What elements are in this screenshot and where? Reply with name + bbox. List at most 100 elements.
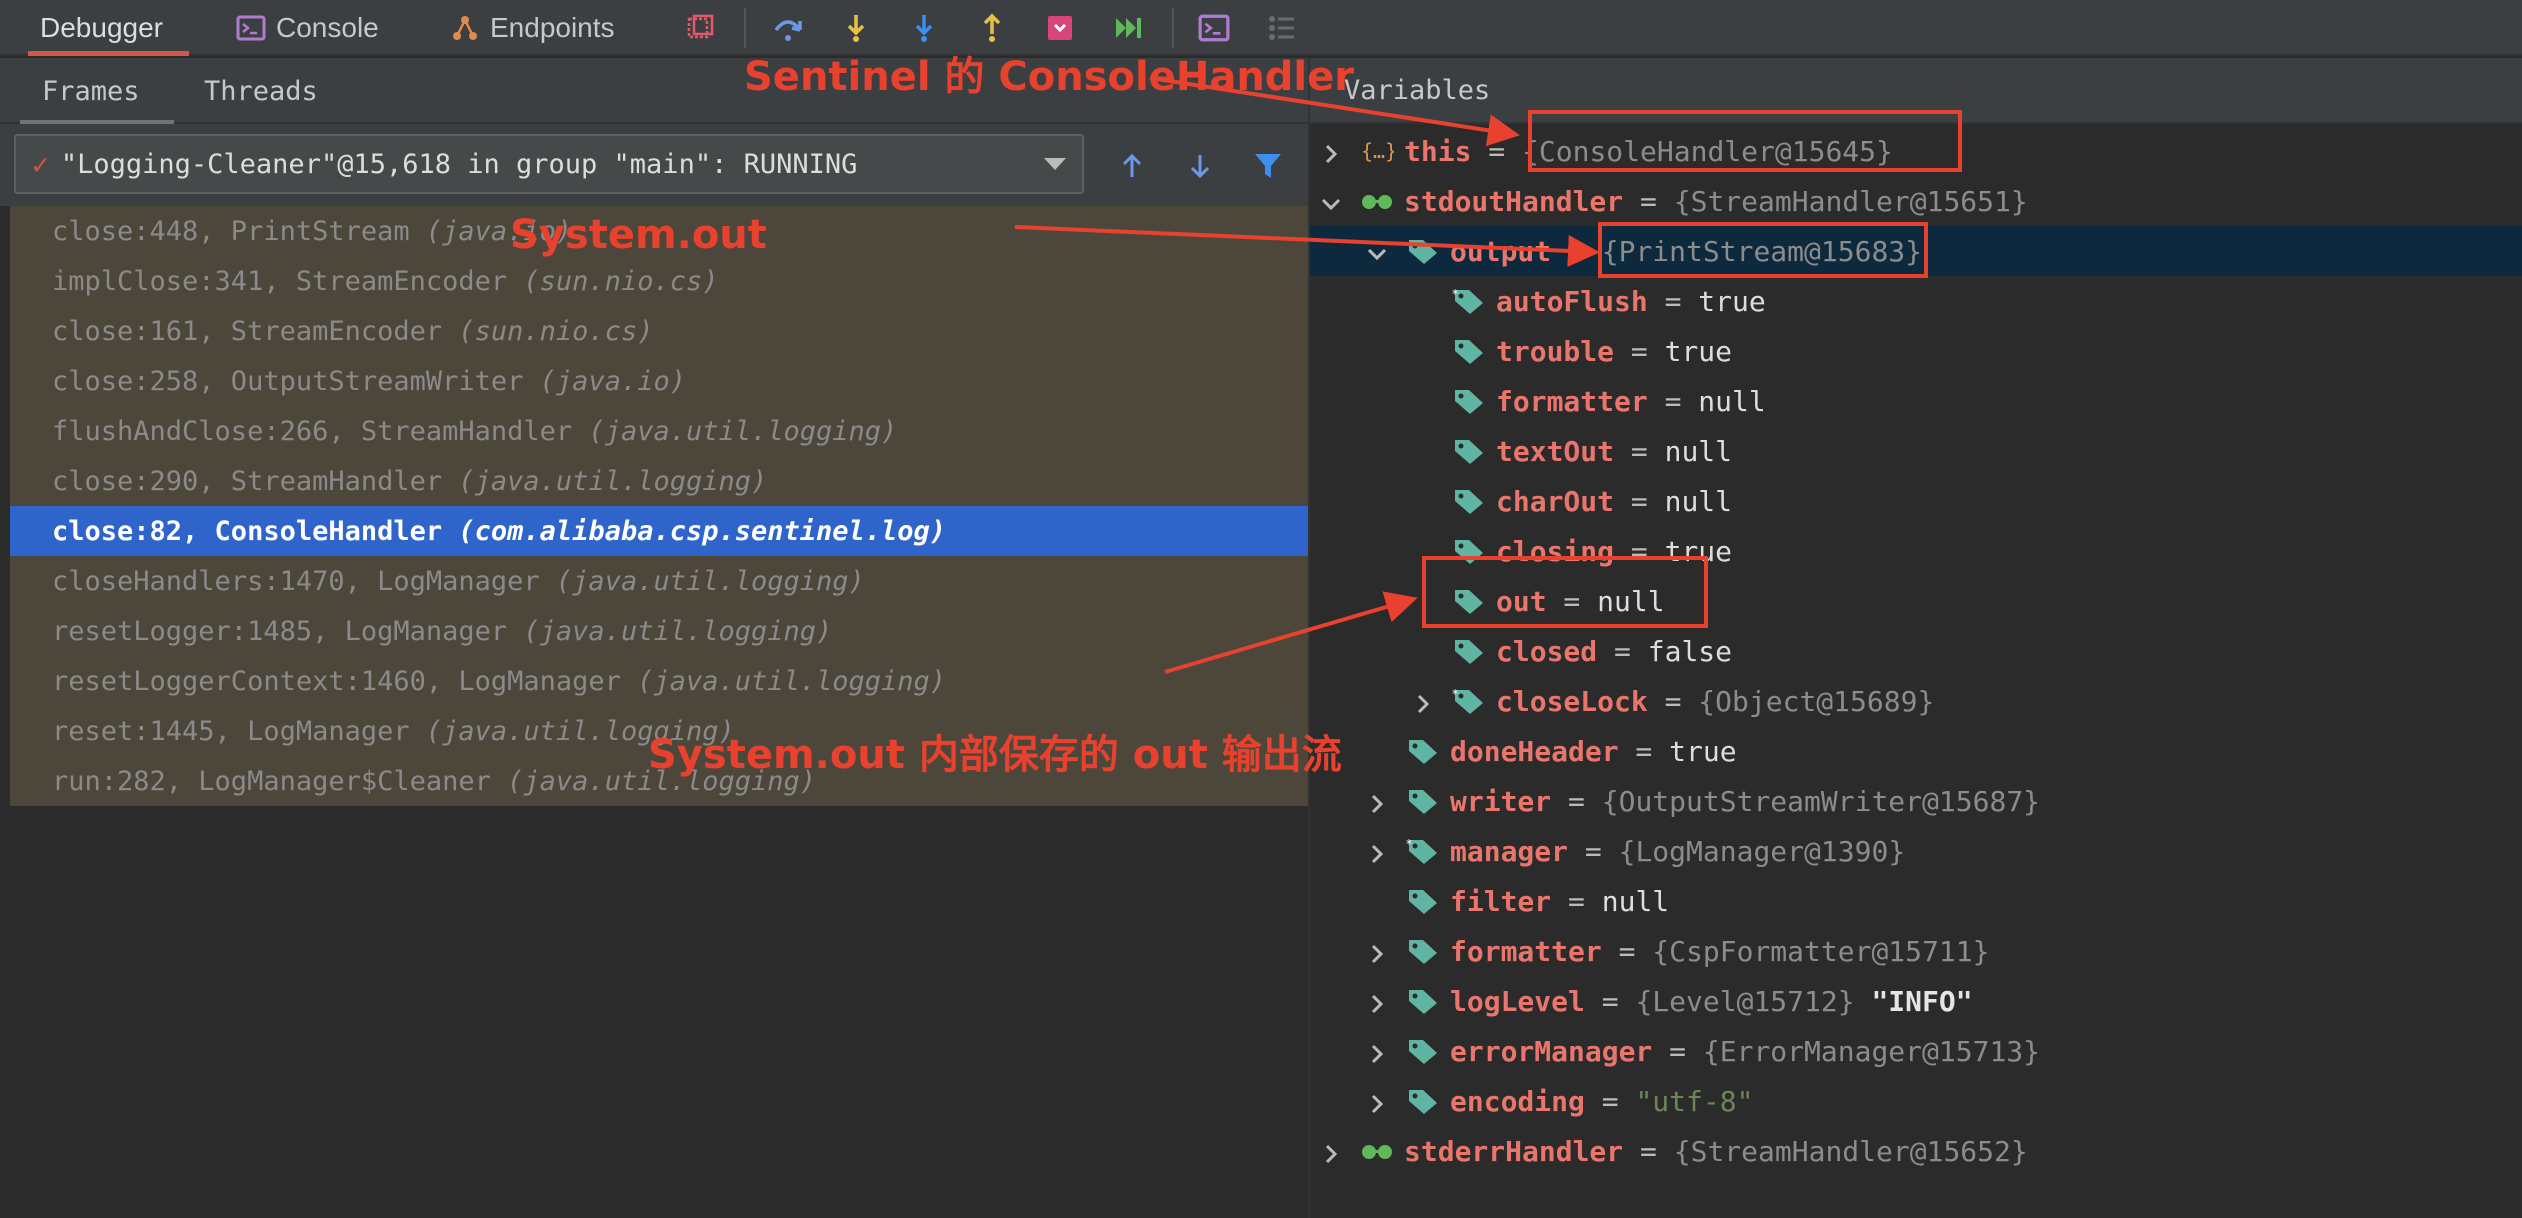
- variable-equals: =: [1551, 885, 1602, 918]
- variable-value: {Level@15712}: [1635, 985, 1855, 1018]
- tab-threads[interactable]: Threads: [204, 58, 318, 124]
- variable-name: autoFlush: [1496, 285, 1648, 318]
- chevron-down-icon[interactable]: [1366, 239, 1388, 261]
- variable-text: autoFlush = true: [1496, 285, 1766, 318]
- frame-item[interactable]: flushAndClose:266, StreamHandler (java.u…: [10, 406, 1308, 456]
- chevron-right-icon[interactable]: [1366, 1039, 1388, 1064]
- variable-name: formatter: [1450, 935, 1602, 968]
- variable-row[interactable]: formatter = null: [1310, 376, 2522, 426]
- svg-text:*: *: [1406, 837, 1412, 851]
- frame-method: close:448, PrintStream: [52, 215, 426, 247]
- thread-selector[interactable]: ✓ "Logging-Cleaner"@15,618 in group "mai…: [14, 134, 1084, 194]
- variable-text: formatter = null: [1496, 385, 1766, 418]
- variable-row[interactable]: stdoutHandler = {StreamHandler@15651}: [1310, 176, 2522, 226]
- variable-row[interactable]: filter = null: [1310, 876, 2522, 926]
- variable-row[interactable]: errorManager = {ErrorManager@15713}: [1310, 1026, 2522, 1076]
- chevron-down-icon[interactable]: [1044, 158, 1066, 170]
- variable-equals: =: [1614, 335, 1665, 368]
- variable-name: doneHeader: [1450, 735, 1619, 768]
- variable-row[interactable]: encoding = "utf-8": [1310, 1076, 2522, 1126]
- frame-item-selected[interactable]: close:82, ConsoleHandler (com.alibaba.cs…: [10, 506, 1308, 556]
- variable-name: stderrHandler: [1404, 1135, 1624, 1168]
- chevron-right-icon[interactable]: [1366, 989, 1388, 1014]
- field-tag-icon: *: [1406, 836, 1440, 866]
- tab-endpoints[interactable]: Endpoints: [450, 0, 615, 56]
- step-out-button[interactable]: [972, 8, 1012, 48]
- force-step-into-button[interactable]: [904, 8, 944, 48]
- frames-list: close:448, PrintStream (java.io) implClo…: [10, 206, 1308, 806]
- tab-console[interactable]: Console: [236, 0, 379, 56]
- field-tag-icon: [1452, 386, 1486, 416]
- frame-item[interactable]: resetLoggerContext:1460, LogManager (jav…: [10, 656, 1308, 706]
- variable-row[interactable]: writer = {OutputStreamWriter@15687}: [1310, 776, 2522, 826]
- variable-row[interactable]: closed = false: [1310, 626, 2522, 676]
- variable-equals: =: [1647, 285, 1699, 318]
- field-tag-icon: *: [1452, 686, 1486, 716]
- variable-row[interactable]: * closeLock = {Object@15689}: [1310, 676, 2522, 726]
- svg-text:{…}: {…}: [1361, 139, 1394, 163]
- svg-text:*: *: [1452, 287, 1458, 301]
- filter-frames-button[interactable]: [1246, 144, 1290, 188]
- drop-frame-button[interactable]: [1040, 8, 1080, 48]
- frame-package: (java.util.logging): [637, 665, 947, 697]
- variable-equals: =: [1584, 1085, 1636, 1118]
- frame-item[interactable]: close:258, OutputStreamWriter (java.io): [10, 356, 1308, 406]
- variable-row[interactable]: doneHeader = true: [1310, 726, 2522, 776]
- chevron-right-icon[interactable]: [1366, 839, 1388, 864]
- tab-threads-label: Threads: [204, 75, 318, 107]
- restore-layout-button[interactable]: [680, 8, 720, 48]
- field-tag-icon: [1406, 736, 1440, 766]
- frame-item[interactable]: close:290, StreamHandler (java.util.logg…: [10, 456, 1308, 506]
- console-icon: [236, 15, 266, 41]
- trace-button[interactable]: [1262, 8, 1302, 48]
- variable-row[interactable]: * manager = {LogManager@1390}: [1310, 826, 2522, 876]
- variable-equals: =: [1618, 735, 1670, 768]
- frame-method: run:282, LogManager$Cleaner: [52, 765, 508, 797]
- drop-frame-icon: [1048, 16, 1072, 40]
- variable-text: charOut = null: [1496, 485, 1732, 518]
- variable-value: {StreamHandler@15652}: [1673, 1135, 2028, 1168]
- chevron-right-icon[interactable]: [1412, 689, 1434, 714]
- tab-frames[interactable]: Frames: [20, 58, 173, 124]
- variable-value: {Object@15689}: [1698, 685, 1935, 718]
- variable-value: {OutputStreamWriter@15687}: [1601, 785, 2041, 818]
- chevron-right-icon[interactable]: [1320, 1139, 1342, 1164]
- frame-item[interactable]: resetLogger:1485, LogManager (java.util.…: [10, 606, 1308, 656]
- step-over-button[interactable]: [768, 8, 808, 48]
- frames-gutter: [0, 206, 10, 806]
- frame-method: close:82, ConsoleHandler: [52, 515, 459, 547]
- frame-item[interactable]: close:161, StreamEncoder (sun.nio.cs): [10, 306, 1308, 356]
- variable-row[interactable]: logLevel = {Level@15712} "INFO": [1310, 976, 2522, 1026]
- previous-frame-button[interactable]: [1110, 144, 1154, 188]
- variable-value: null: [1601, 885, 1670, 918]
- evaluate-expression-button[interactable]: [1194, 8, 1234, 48]
- tab-endpoints-label: Endpoints: [490, 12, 615, 43]
- evaluate-icon: [1198, 14, 1230, 42]
- chevron-right-icon[interactable]: [1366, 789, 1388, 814]
- chevron-right-icon[interactable]: [1366, 1089, 1388, 1114]
- variable-text: filter = null: [1450, 885, 1669, 918]
- variable-row[interactable]: textOut = null: [1310, 426, 2522, 476]
- variable-value: null: [1664, 485, 1733, 518]
- toolbar-separator-2: [1172, 8, 1174, 48]
- frame-item[interactable]: closeHandlers:1470, LogManager (java.uti…: [10, 556, 1308, 606]
- chevron-right-icon[interactable]: [1366, 939, 1388, 964]
- variable-row[interactable]: charOut = null: [1310, 476, 2522, 526]
- variable-row[interactable]: trouble = true: [1310, 326, 2522, 376]
- variable-equals: =: [1551, 235, 1602, 268]
- watch-icon: [1360, 186, 1394, 216]
- chevron-right-icon[interactable]: [1320, 139, 1342, 164]
- variable-row[interactable]: stderrHandler = {StreamHandler@15652}: [1310, 1126, 2522, 1176]
- variable-text: stderrHandler = {StreamHandler@15652}: [1404, 1135, 2028, 1168]
- watch-icon: [1360, 1136, 1394, 1166]
- frame-item[interactable]: implClose:341, StreamEncoder (sun.nio.cs…: [10, 256, 1308, 306]
- tab-debugger[interactable]: Debugger: [28, 0, 189, 56]
- variable-row[interactable]: formatter = {CspFormatter@15711}: [1310, 926, 2522, 976]
- next-frame-button[interactable]: [1178, 144, 1222, 188]
- chevron-down-icon[interactable]: [1320, 189, 1342, 211]
- variable-row[interactable]: * autoFlush = true: [1310, 276, 2522, 326]
- step-into-button[interactable]: [836, 8, 876, 48]
- variable-value: true: [1669, 735, 1737, 768]
- run-to-cursor-button[interactable]: [1108, 8, 1148, 48]
- field-tag-icon: [1406, 936, 1440, 966]
